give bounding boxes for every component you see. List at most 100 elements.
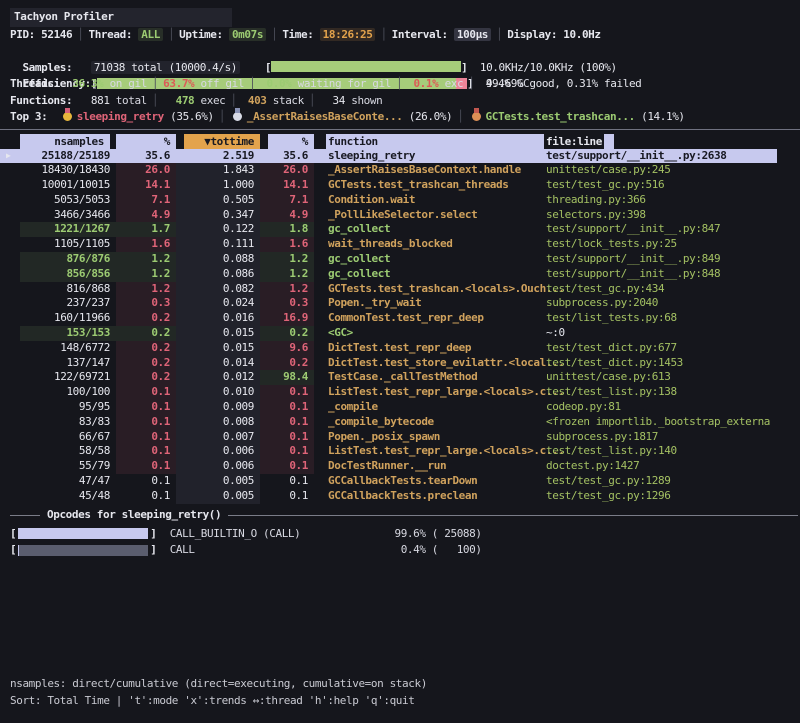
opcode-row: [] CALL 0.4% ( 100): [10, 542, 800, 559]
cell-function-name: _compile: [326, 400, 544, 415]
cell-file-line: test/lock_tests.py:25: [544, 237, 800, 252]
cell-percent-direct: 0.2: [116, 326, 176, 341]
cell-percent-cumulative: 35.6: [260, 149, 314, 164]
cell-tottime: 0.014: [176, 356, 260, 371]
table-row[interactable]: 148/67720.20.0159.6DictTest.test_repr_de…: [0, 341, 800, 356]
cell-percent-direct: 0.1: [116, 400, 176, 415]
stat-metric-value: 36.3%: [66, 77, 110, 90]
cell-percent-direct: 0.1: [116, 415, 176, 430]
cell-percent-direct: 1.6: [116, 237, 176, 252]
table-row[interactable]: 3466/34664.90.3474.9_PollLikeSelector.se…: [0, 208, 800, 223]
column-header-pct2[interactable]: %: [268, 134, 314, 149]
stat-metric-value: 34: [320, 94, 351, 107]
cell-nsamples: 160/11966: [20, 311, 116, 326]
column-header-file-line[interactable]: file:line: [544, 134, 800, 149]
table-row[interactable]: 55/790.10.0060.1DocTestRunner.__rundocte…: [0, 459, 800, 474]
stat-value-display: 10.0Hz: [563, 28, 600, 41]
cell-tottime: 0.007: [176, 430, 260, 445]
cell-file-line: test/test_gc.py:516: [544, 178, 800, 193]
cell-nsamples: 83/83: [20, 415, 116, 430]
cell-percent-direct: 35.6: [116, 149, 176, 164]
cell-nsamples: 1221/1267: [20, 222, 116, 237]
table-row[interactable]: 1221/12671.70.1221.8gc_collecttest/suppo…: [0, 222, 800, 237]
stat-label: Thread:: [88, 28, 138, 41]
table-row[interactable]: 1105/11051.60.1111.6wait_threads_blocked…: [0, 237, 800, 252]
stat-value-uptime: 0m07s: [229, 28, 266, 41]
column-header-pct1[interactable]: %: [116, 134, 176, 149]
cell-tottime: 0.505: [176, 193, 260, 208]
stat-metric-value: 478: [163, 94, 200, 107]
cell-function-name: DictTest.test_repr_deep: [326, 341, 544, 356]
top3-function-name[interactable]: sleeping_retry: [77, 110, 170, 123]
cell-nsamples: 25188/25189: [20, 149, 116, 164]
column-header-nsamples[interactable]: nsamples: [20, 134, 110, 149]
table-row[interactable]: 10001/1001514.11.00014.1GCTests.test_tra…: [0, 178, 800, 193]
cell-percent-direct: 0.1: [116, 474, 176, 489]
cell-tottime: 1.843: [176, 163, 260, 178]
table-row[interactable]: 153/1530.20.0150.2<GC>~:0: [0, 326, 800, 341]
top3-function-name[interactable]: GCTests.test_trashcan...: [486, 110, 642, 123]
table-row[interactable]: 5053/50537.10.5057.1Condition.waitthread…: [0, 193, 800, 208]
stat-label: Time:: [282, 28, 319, 41]
cell-tottime: 0.006: [176, 444, 260, 459]
cell-function-name: _AssertRaisesBaseContext.handle: [326, 163, 544, 178]
table-row[interactable]: 45/480.10.0050.1GCCallbackTests.preclean…: [0, 489, 800, 504]
cell-file-line: test/support/__init__.py:849: [544, 252, 800, 267]
table-row[interactable]: 876/8761.20.0881.2gc_collecttest/support…: [0, 252, 800, 267]
table-row[interactable]: 66/670.10.0070.1Popen._posix_spawnsubpro…: [0, 430, 800, 445]
cell-function-name: sleeping_retry: [326, 149, 544, 164]
function-table: nsamples % ▼tottime % function file:line…: [0, 129, 800, 504]
stat-metric-unit: shown: [351, 94, 382, 107]
app-title: Tachyon Profiler: [10, 8, 232, 27]
titlebar: Tachyon Profiler: [10, 8, 800, 27]
table-row-selected[interactable]: ▶25188/2518935.62.51935.6sleeping_retryt…: [0, 149, 800, 164]
table-row[interactable]: 122/697210.20.01298.4TestCase._callTestM…: [0, 370, 800, 385]
header-sliver: [604, 134, 614, 149]
cell-nsamples: 10001/10015: [20, 178, 116, 193]
top3-function-name[interactable]: _AssertRaisesBaseConte...: [247, 110, 409, 123]
cell-tottime: 0.086: [176, 267, 260, 282]
cell-function-name: Popen._try_wait: [326, 296, 544, 311]
table-row[interactable]: 58/580.10.0060.1ListTest.test_repr_large…: [0, 444, 800, 459]
cell-file-line: test/test_gc.py:434: [544, 282, 800, 297]
column-header-function[interactable]: function: [326, 134, 544, 149]
cell-tottime: 0.347: [176, 208, 260, 223]
table-row[interactable]: 95/950.10.0090.1_compilecodeop.py:81: [0, 400, 800, 415]
cell-function-name: <GC>: [326, 326, 544, 341]
opcode-bar: [18, 528, 148, 539]
cell-percent-cumulative: 26.0: [260, 163, 314, 178]
cell-function-name: gc_collect: [326, 252, 544, 267]
table-row[interactable]: 83/830.10.0080.1_compile_bytecode<frozen…: [0, 415, 800, 430]
table-row[interactable]: 160/119660.20.01616.9CommonTest.test_rep…: [0, 311, 800, 326]
cell-percent-cumulative: 98.4: [260, 370, 314, 385]
cell-percent-direct: 0.2: [116, 311, 176, 326]
table-row[interactable]: 18430/1843026.01.84326.0_AssertRaisesBas…: [0, 163, 800, 178]
cell-file-line: test/test_gc.py:1296: [544, 489, 800, 504]
cell-function-name: TestCase._callTestMethod: [326, 370, 544, 385]
cell-file-line: ~:0: [544, 326, 800, 341]
separator: │: [147, 77, 163, 90]
cell-file-line: test/support/__init__.py:2638: [544, 149, 800, 164]
table-row[interactable]: 237/2370.30.0240.3Popen._try_waitsubproc…: [0, 296, 800, 311]
table-row[interactable]: 100/1000.10.0100.1ListTest.test_repr_lar…: [0, 385, 800, 400]
cell-percent-cumulative: 9.6: [260, 341, 314, 356]
cell-function-name: _PollLikeSelector.select: [326, 208, 544, 223]
table-row[interactable]: 816/8681.20.0821.2GCTests.test_trashcan.…: [0, 282, 800, 297]
column-header-tottime-sorted[interactable]: ▼tottime: [184, 134, 260, 149]
cell-nsamples: 47/47: [20, 474, 116, 489]
table-row[interactable]: 856/8561.20.0861.2gc_collecttest/support…: [0, 267, 800, 282]
cell-function-name: GCCallbackTests.preclean: [326, 489, 544, 504]
cell-tottime: 0.012: [176, 370, 260, 385]
cell-percent-cumulative: 7.1: [260, 193, 314, 208]
cell-nsamples: 1105/1105: [20, 237, 116, 252]
cell-file-line: test/test_dict.py:677: [544, 341, 800, 356]
cell-nsamples: 66/67: [20, 430, 116, 445]
status-line-top3: Top 3: sleeping_retry (35.6%)│_AssertRai…: [10, 109, 800, 126]
table-row[interactable]: 47/470.10.0050.1GCCallbackTests.tearDown…: [0, 474, 800, 489]
cell-percent-cumulative: 1.6: [260, 237, 314, 252]
separator: │: [244, 77, 260, 90]
separator: │: [375, 28, 391, 41]
cell-percent-direct: 0.1: [116, 385, 176, 400]
table-row[interactable]: 137/1470.20.0140.2DictTest.test_store_ev…: [0, 356, 800, 371]
cell-file-line: subprocess.py:2040: [544, 296, 800, 311]
